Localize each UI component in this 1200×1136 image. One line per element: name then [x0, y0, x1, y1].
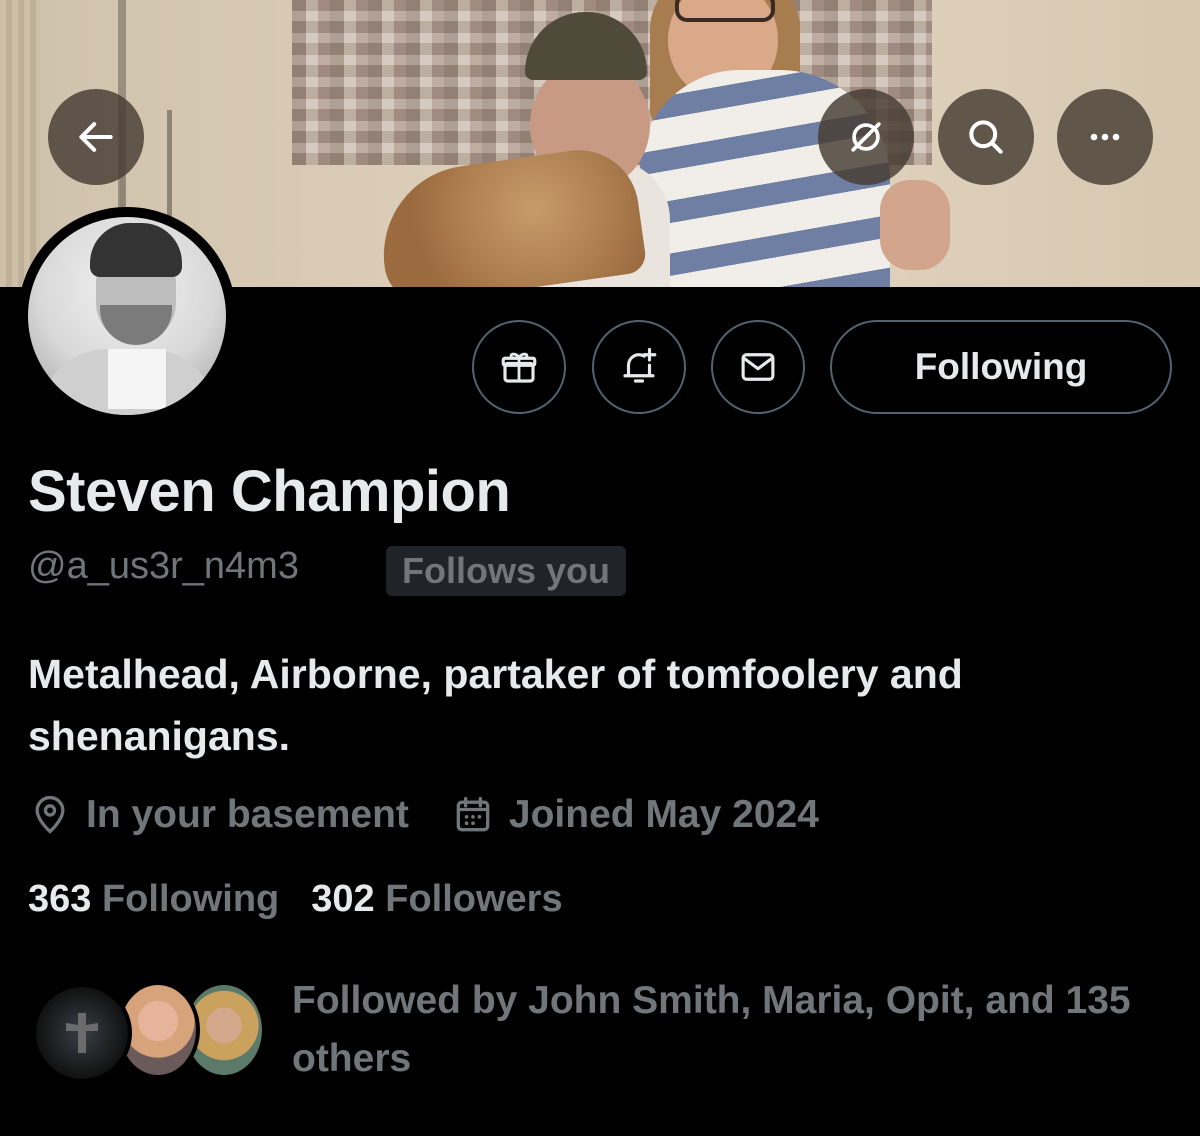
- follower-avatar-cross: [32, 983, 132, 1083]
- back-arrow-icon: [79, 122, 113, 152]
- gift-icon: [501, 352, 537, 383]
- search-button[interactable]: [938, 89, 1034, 185]
- followers-stat[interactable]: 302 Followers: [311, 878, 562, 921]
- profile-avatar[interactable]: [18, 207, 236, 425]
- message-button[interactable]: [711, 320, 805, 414]
- followed-by-avatars[interactable]: [32, 975, 272, 1083]
- calendar-icon: [456, 796, 490, 832]
- more-options-button[interactable]: [1057, 89, 1153, 185]
- subscribe-gift-button[interactable]: [472, 320, 566, 414]
- profile-meta: In your basement Joined May 2024: [28, 790, 861, 840]
- avatar-shirt: [108, 349, 166, 409]
- following-label: Following: [101, 878, 280, 920]
- profile-bio: Metalhead, Airborne, partaker of tomfool…: [28, 651, 963, 759]
- notifications-button[interactable]: [592, 320, 686, 414]
- location-pin-icon: [35, 795, 65, 834]
- followed-by-text[interactable]: Followed by John Smith, Maria, Opit, and…: [292, 972, 1172, 1088]
- location-item: In your basement: [28, 793, 409, 837]
- joined-text: Joined May 2024: [508, 793, 819, 836]
- followers-label: Followers: [385, 878, 563, 920]
- location-text: In your basement: [86, 793, 409, 836]
- mail-icon: [741, 353, 775, 381]
- followers-count: 302: [311, 878, 375, 920]
- following-count: 363: [28, 878, 92, 920]
- avatar-hair: [90, 223, 182, 277]
- following-stat[interactable]: 363 Following: [28, 878, 279, 921]
- following-button[interactable]: Following: [830, 320, 1172, 414]
- profile-handle: @a_us3r_n4m3: [28, 545, 299, 587]
- grok-button[interactable]: [818, 89, 914, 185]
- joined-item: Joined May 2024: [451, 793, 819, 837]
- banner-hand: [880, 180, 950, 270]
- avatar-beard: [100, 305, 172, 345]
- banner-curtain: [0, 0, 40, 287]
- profile-stats: 363 Following 302 Followers: [28, 878, 595, 921]
- search-icon: [969, 120, 1003, 154]
- banner-glasses: [675, 0, 775, 22]
- avatar-image: [28, 217, 226, 415]
- follows-you-badge: Follows you: [386, 546, 627, 596]
- grok-icon: [851, 122, 881, 152]
- back-button[interactable]: [48, 89, 144, 185]
- bell-plus-icon: [623, 347, 657, 383]
- profile-name: Steven Champion: [28, 459, 511, 524]
- cross-icon: [66, 1013, 98, 1053]
- more-icon: [1090, 133, 1120, 141]
